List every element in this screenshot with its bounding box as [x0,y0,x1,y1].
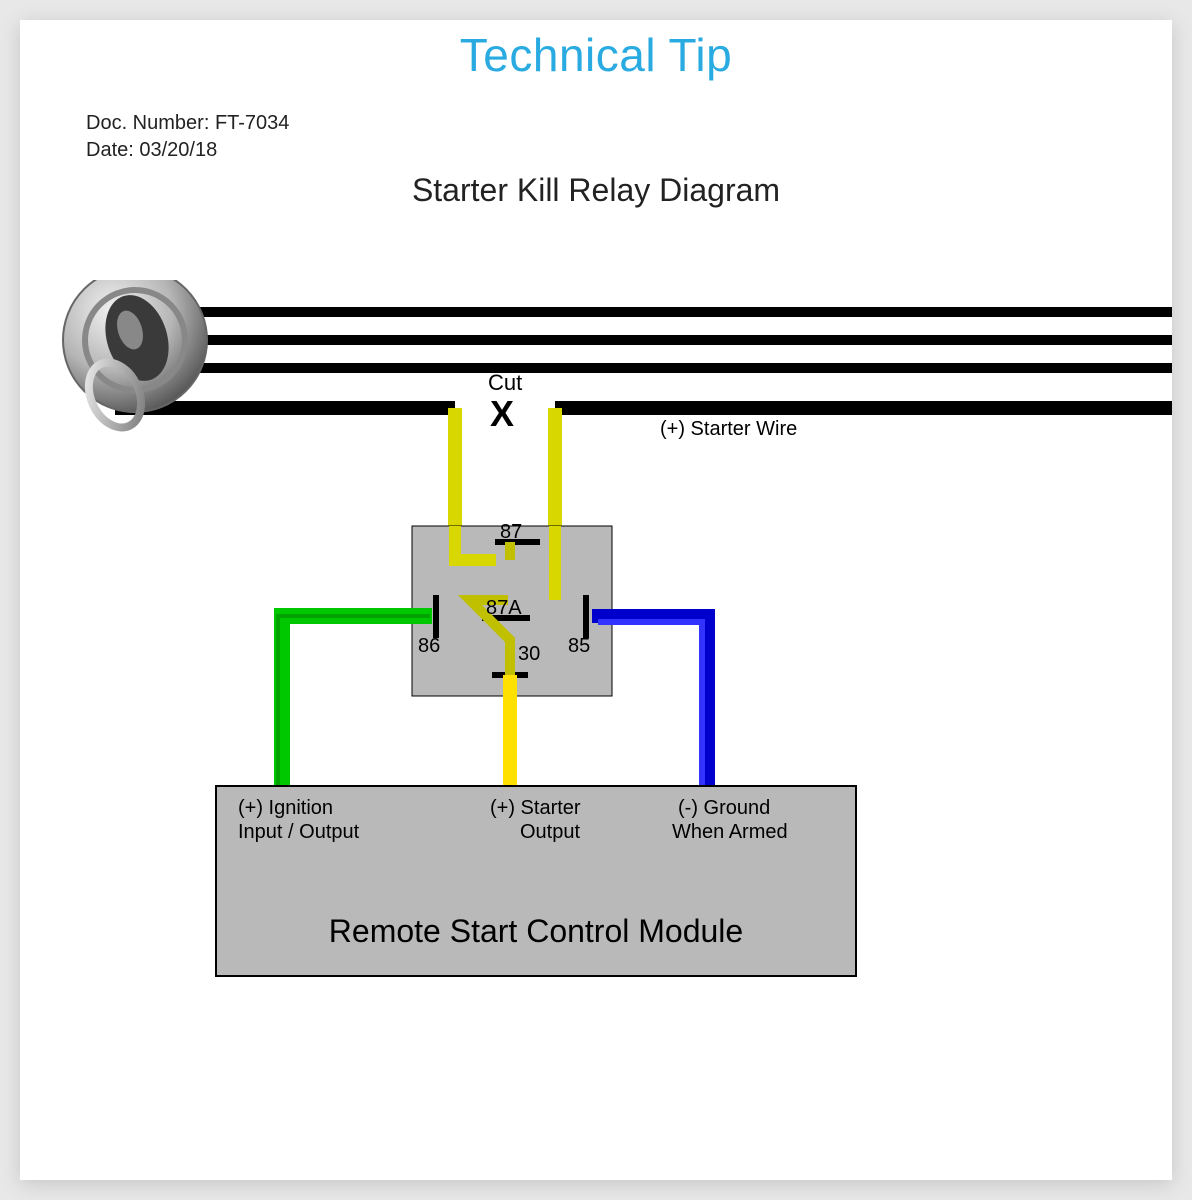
cut-x-mark: X [490,393,514,434]
relay-pin-87a-label: 87A [486,597,522,619]
relay-pin-85-label: 85 [568,635,590,657]
relay-pin-87-label: 87 [500,521,522,543]
cut-label: Cut [488,370,522,395]
relay-pin-30-label: 30 [518,643,540,665]
module-starter-label-1: (+) Starter [490,797,581,819]
doc-number-label: Doc. Number: [86,112,209,134]
module-ground-label-2: When Armed [672,821,788,843]
doc-number-value: FT-7034 [215,112,289,134]
page-title: Technical Tip [20,20,1172,82]
module-starter-label-2: Output [520,821,580,843]
doc-date-value: 03/20/18 [139,139,217,161]
wiring-diagram: (+) Ignition Input / Output (+) Starter … [20,280,1172,1000]
relay-pin-86-label: 86 [418,635,440,657]
wire-green-main [282,616,432,788]
document-page: Technical Tip Doc. Number: FT-7034 Date:… [20,20,1172,1180]
module-ignition-label-1: (+) Ignition [238,797,333,819]
doc-meta: Doc. Number: FT-7034 Date: 03/20/18 [86,110,289,164]
diagram-title: Starter Kill Relay Diagram [20,172,1172,209]
doc-date-label: Date: [86,139,134,161]
module-ignition-label-2: Input / Output [238,821,360,843]
wire-green-shadow [278,616,430,788]
starter-wire-label: (+) Starter Wire [660,418,797,440]
wire-blue-inner [598,622,702,786]
module-ground-label-1: (-) Ground [678,797,770,819]
module-title: Remote Start Control Module [329,913,743,949]
